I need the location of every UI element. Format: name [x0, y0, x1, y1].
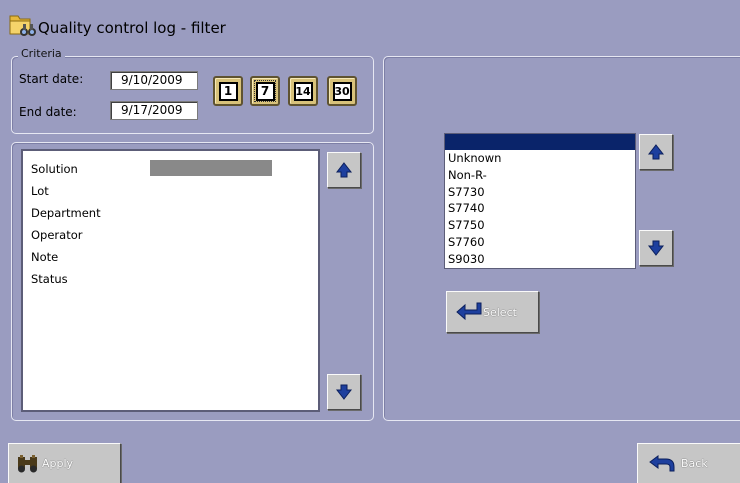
start-date-label: Start date:: [19, 72, 84, 86]
list-item[interactable]: Note: [31, 250, 58, 264]
values-scroll-down-button[interactable]: [639, 230, 673, 266]
arrow-up-icon: [335, 162, 353, 178]
list-item[interactable]: Department: [31, 206, 101, 220]
last-14-days-button[interactable]: 14: [288, 76, 318, 106]
apply-button[interactable]: Apply: [8, 443, 121, 483]
values-scroll-up-button[interactable]: [639, 134, 673, 170]
values-list[interactable]: Unknown Non-R- S7730 S7740 S7750 S7760 S…: [444, 133, 636, 269]
last-1-day-button[interactable]: 1: [213, 76, 243, 106]
arrow-down-icon: [647, 240, 665, 256]
list-item[interactable]: S9030: [445, 251, 635, 268]
list-item[interactable]: Unknown: [445, 150, 635, 167]
enter-arrow-icon: [456, 302, 482, 321]
select-button[interactable]: Select: [446, 291, 539, 333]
criteria-scroll-up-button[interactable]: [327, 152, 361, 188]
window-title: Quality control log - filter: [38, 19, 226, 37]
back-arrow-icon: [649, 454, 675, 471]
criteria-scroll-down-button[interactable]: [327, 374, 361, 410]
selected-list-item[interactable]: [445, 134, 635, 150]
list-item[interactable]: Operator: [31, 228, 82, 242]
criteria-list[interactable]: Solution Lot Department Operator Note St…: [21, 149, 320, 412]
binoculars-icon: [18, 454, 37, 472]
list-item[interactable]: Solution: [31, 162, 78, 176]
folder-binoculars-icon: [8, 12, 36, 38]
apply-button-label: Apply: [42, 457, 74, 470]
day-count-label: 1: [218, 81, 238, 101]
day-count-label: 7: [255, 81, 275, 101]
back-button[interactable]: Back: [637, 443, 740, 483]
criteria-panel: [11, 56, 374, 134]
list-item[interactable]: Non-R-: [445, 167, 635, 184]
last-7-days-button[interactable]: 7: [250, 76, 280, 106]
end-date-field[interactable]: 9/17/2009: [110, 101, 198, 120]
arrow-down-icon: [335, 384, 353, 400]
criteria-legend: Criteria: [18, 47, 65, 60]
list-item[interactable]: Status: [31, 272, 68, 286]
solution-value-bar: [150, 160, 272, 176]
list-item[interactable]: S7730: [445, 184, 635, 201]
day-count-label: 14: [293, 81, 313, 101]
end-date-label: End date:: [19, 105, 77, 119]
list-item[interactable]: S7760: [445, 234, 635, 251]
back-button-label: Back: [681, 457, 708, 470]
list-item[interactable]: S7740: [445, 200, 635, 217]
list-item[interactable]: S7750: [445, 217, 635, 234]
last-30-days-button[interactable]: 30: [327, 76, 357, 106]
day-count-label: 30: [332, 81, 352, 101]
arrow-up-icon: [647, 144, 665, 160]
list-item[interactable]: Lot: [31, 184, 49, 198]
select-button-label: Select: [483, 305, 517, 319]
start-date-field[interactable]: 9/10/2009: [110, 71, 198, 90]
